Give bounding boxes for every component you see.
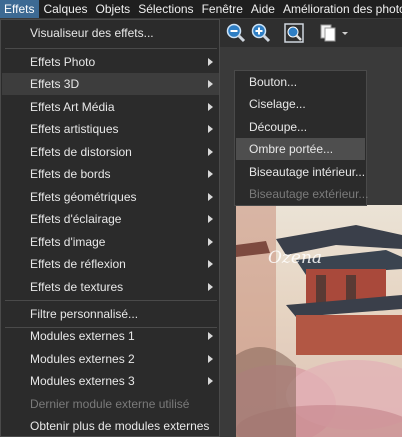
submenu-arrow-icon [208, 283, 213, 291]
submenu-item-biseautage-interieur[interactable]: Biseautage intérieur... [236, 161, 365, 183]
submenu-arrow-icon [208, 58, 213, 66]
menu-item-effets-artistiques[interactable]: Effets artistiques [2, 118, 219, 140]
submenu-arrow-icon [208, 148, 213, 156]
menu-item-dernier-module: Dernier module externe utilisé [30, 397, 190, 411]
menu-item-effets-textures[interactable]: Effets de textures [2, 276, 219, 298]
effects-menu: Visualiseur des effets... Effets Photo E… [0, 19, 220, 437]
menu-aide[interactable]: Aide [247, 0, 279, 18]
submenu-arrow-icon [208, 238, 213, 246]
toolbar [220, 19, 402, 47]
menu-item-modules-externes-2[interactable]: Modules externes 2 [2, 348, 219, 370]
menu-objets[interactable]: Objets [92, 0, 135, 18]
menu-item-filtre-personnalise[interactable]: Filtre personnalisé... [2, 303, 219, 325]
submenu-item-decoupe[interactable]: Découpe... [236, 116, 365, 138]
submenu-arrow-icon [208, 355, 213, 363]
effects-3d-submenu: Bouton... Ciselage... Découpe... Ombre p… [234, 70, 369, 206]
menu-fenetre[interactable]: Fenêtre [198, 0, 247, 18]
menu-item-effets-distorsion[interactable]: Effets de distorsion [2, 141, 219, 163]
menu-item-obtenir-modules[interactable]: Obtenir plus de modules externes [2, 415, 219, 437]
canvas-image [236, 205, 402, 437]
menu-amelioration-photos[interactable]: Amélioration des photos [279, 0, 402, 18]
menu-effets[interactable]: Effets [0, 0, 40, 18]
submenu-arrow-icon [208, 332, 213, 340]
menu-item-effets-3d[interactable]: Effets 3D [2, 73, 219, 95]
menu-item-effets-bords[interactable]: Effets de bords [2, 163, 219, 185]
menu-calques[interactable]: Calques [39, 0, 91, 18]
chevron-down-icon[interactable] [340, 23, 350, 43]
submenu-item-biseautage-exterieur: Biseautage extérieur... [249, 187, 369, 201]
submenu-arrow-icon [208, 103, 213, 111]
submenu-arrow-icon [208, 193, 213, 201]
menu-item-effets-eclairage[interactable]: Effets d'éclairage [2, 208, 219, 230]
submenu-arrow-icon [208, 170, 213, 178]
submenu-item-ombre-portee[interactable]: Ombre portée... [236, 138, 365, 160]
menu-item-effets-geometriques[interactable]: Effets géométriques [2, 186, 219, 208]
zoom-out-icon[interactable] [226, 23, 246, 43]
menu-selections[interactable]: Sélections [134, 0, 197, 18]
submenu-arrow-icon [208, 125, 213, 133]
menu-separator [5, 48, 217, 49]
menu-bar: Effets Calques Objets Sélections Fenêtre… [0, 0, 402, 19]
menu-item-visualiseur-effets[interactable]: Visualiseur des effets... [2, 22, 219, 44]
watermark-text: Ozena [268, 248, 323, 268]
submenu-item-ciselage[interactable]: Ciselage... [236, 93, 365, 115]
copy-document-icon[interactable] [318, 23, 338, 43]
menu-item-modules-externes-1[interactable]: Modules externes 1 [2, 325, 219, 347]
menu-item-effets-art-media[interactable]: Effets Art Média [2, 96, 219, 118]
submenu-item-bouton[interactable]: Bouton... [236, 71, 365, 93]
menu-item-effets-image[interactable]: Effets d'image [2, 231, 219, 253]
zoom-in-icon[interactable] [251, 23, 271, 43]
submenu-arrow-icon [208, 80, 213, 88]
zoom-fit-icon[interactable] [284, 23, 304, 43]
submenu-arrow-icon [208, 377, 213, 385]
submenu-arrow-icon [208, 260, 213, 268]
menu-item-effets-reflexion[interactable]: Effets de réflexion [2, 253, 219, 275]
submenu-arrow-icon [208, 215, 213, 223]
menu-separator [5, 300, 217, 301]
menu-item-modules-externes-3[interactable]: Modules externes 3 [2, 370, 219, 392]
menu-item-effets-photo[interactable]: Effets Photo [2, 51, 219, 73]
